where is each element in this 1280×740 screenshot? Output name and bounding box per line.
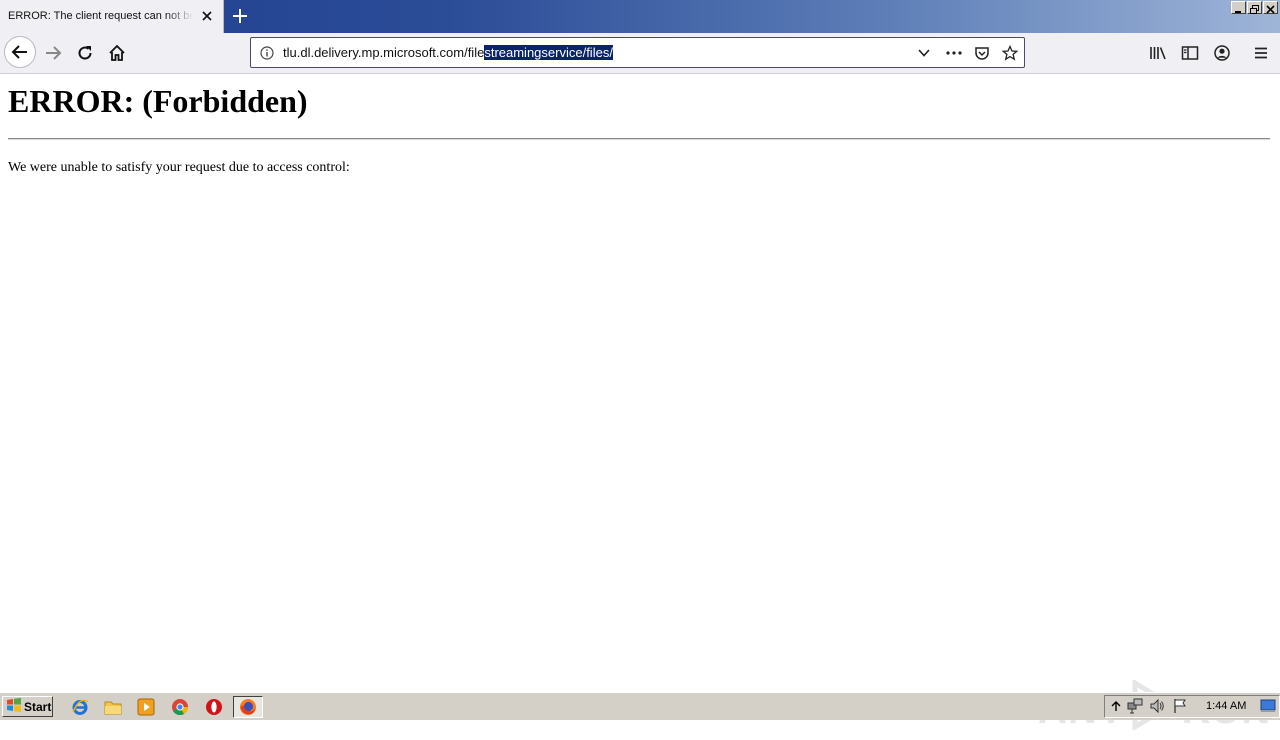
minimize-button[interactable]: [1231, 1, 1246, 14]
new-tab-button[interactable]: [229, 5, 251, 27]
url-plain: tlu.dl.delivery.mp.microsoft.com/file: [283, 45, 485, 60]
network-icon[interactable]: [1127, 698, 1143, 714]
bookmark-star-icon[interactable]: [1001, 44, 1019, 62]
more-icon[interactable]: [945, 44, 963, 62]
home-icon[interactable]: [102, 38, 132, 68]
library-icon[interactable]: [1148, 43, 1168, 63]
navigation-toolbar: tlu.dl.delivery.mp.microsoft.com/filestr…: [0, 33, 1280, 74]
close-icon[interactable]: [198, 7, 216, 25]
url-bar[interactable]: tlu.dl.delivery.mp.microsoft.com/filestr…: [250, 37, 1025, 68]
start-label: Start: [24, 699, 52, 714]
back-icon[interactable]: [4, 36, 36, 68]
page-title: ERROR: (Forbidden): [8, 83, 308, 119]
sidebar-icon[interactable]: [1180, 43, 1200, 63]
account-icon[interactable]: [1212, 43, 1232, 63]
pocket-icon[interactable]: [973, 44, 991, 62]
close-window-button[interactable]: [1263, 1, 1278, 14]
url-selected: streamingservice/files/: [484, 45, 613, 60]
media-player-icon[interactable]: [136, 697, 156, 717]
restore-button[interactable]: [1247, 1, 1262, 14]
show-hidden-icons-icon[interactable]: [1108, 698, 1124, 714]
clock[interactable]: 1:44 AM: [1206, 700, 1246, 712]
action-center-flag-icon[interactable]: [1172, 698, 1188, 714]
reload-icon[interactable]: [70, 38, 100, 68]
explorer-icon[interactable]: [103, 697, 123, 717]
info-icon[interactable]: [259, 45, 275, 61]
title-bar: ERROR: The client request can not be sat…: [0, 0, 1280, 33]
start-button[interactable]: Start: [2, 696, 53, 717]
divider: [8, 138, 1270, 140]
forward-icon[interactable]: [38, 38, 68, 68]
taskbar: Start 1:44 AM: [0, 692, 1280, 720]
tab-title: ERROR: The client request can not be sat…: [8, 10, 193, 22]
firefox-icon[interactable]: [233, 696, 263, 718]
chrome-icon[interactable]: [170, 697, 190, 717]
dropdown-icon[interactable]: [915, 44, 933, 62]
windows-logo-icon: [6, 698, 22, 715]
volume-icon[interactable]: [1149, 698, 1165, 714]
show-desktop-icon[interactable]: [1260, 698, 1276, 714]
system-tray: 1:44 AM: [1104, 695, 1280, 718]
menu-icon[interactable]: [1251, 43, 1271, 63]
error-message: We were unable to satisfy your request d…: [8, 160, 350, 175]
tab-active[interactable]: ERROR: The client request can not be sat…: [0, 0, 224, 33]
opera-icon[interactable]: [204, 697, 224, 717]
url-text[interactable]: tlu.dl.delivery.mp.microsoft.com/filestr…: [283, 45, 613, 60]
page-content: ERROR: (Forbidden) We were unable to sat…: [0, 74, 1280, 732]
ie-icon[interactable]: [70, 697, 90, 717]
window-controls: [1231, 1, 1278, 14]
